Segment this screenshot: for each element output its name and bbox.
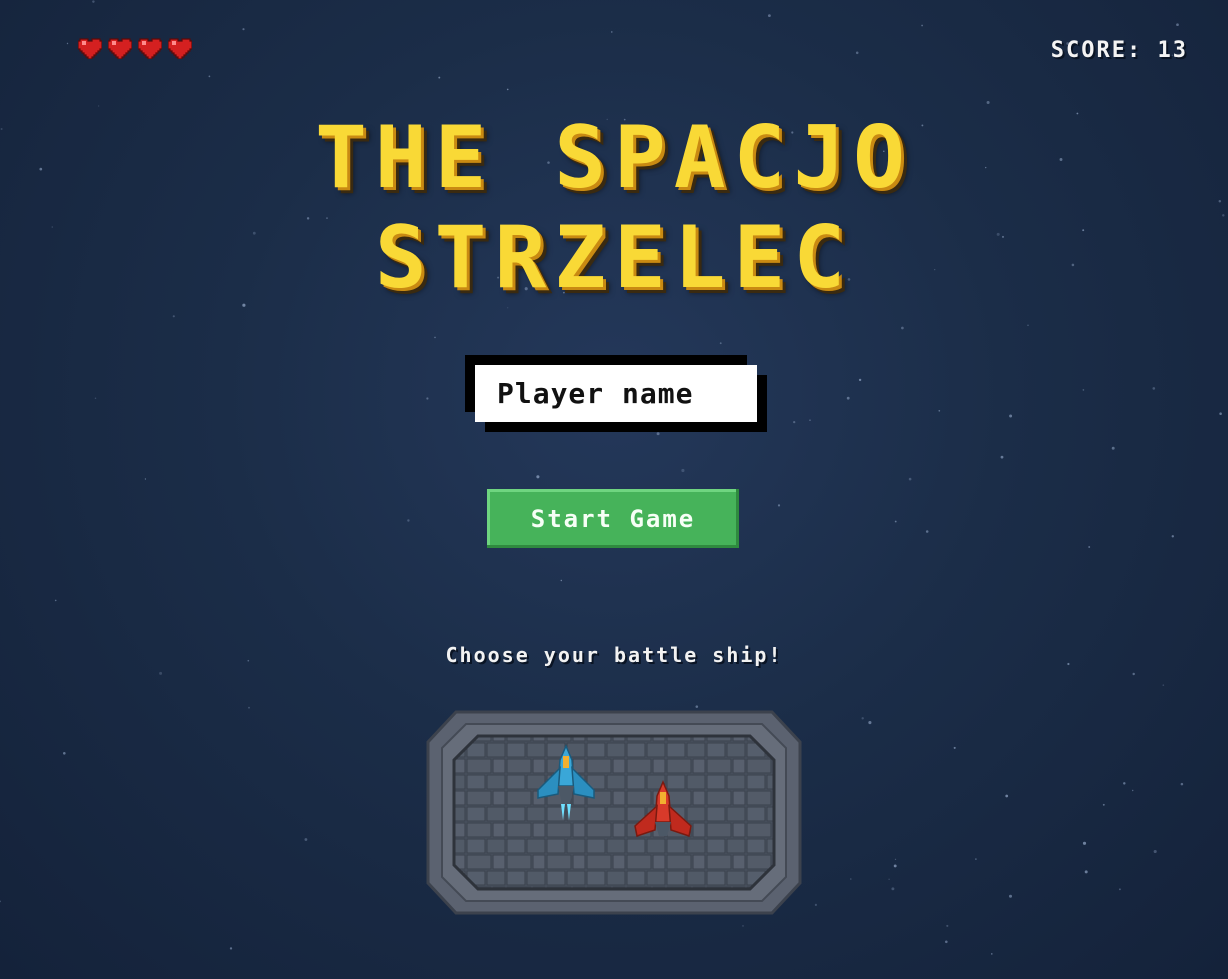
score-value: 13 [1157,38,1188,63]
star [767,14,771,18]
star [144,478,146,480]
star [1131,789,1134,792]
star [1180,782,1184,786]
star [1008,894,1013,898]
star [92,0,95,3]
game-title: THE SPACJO STRZELEC [0,108,1228,308]
star [1000,455,1004,459]
heart-icon [168,38,192,59]
star [1082,389,1085,391]
star [304,838,308,841]
star [1118,888,1121,891]
star [719,342,722,345]
title-line-2: STRZELEC [374,208,854,308]
star [855,51,859,55]
ship-hangar [426,710,802,915]
star [66,42,69,45]
star [814,903,818,907]
star [1082,841,1087,845]
star [868,721,872,725]
star [1132,672,1135,676]
star [742,925,744,927]
star [894,520,897,523]
player-name-input[interactable] [475,365,757,422]
score-display: SCORE: 13 [1051,38,1188,63]
star [1152,387,1156,390]
star [506,88,509,91]
heart-icon [78,38,102,59]
star [1162,684,1165,686]
star [159,671,163,675]
star [809,419,811,421]
heart-icon [108,38,132,59]
star [1009,414,1013,418]
star [1084,870,1088,874]
star [681,468,685,473]
player-name-field [465,355,767,432]
star [1005,794,1009,798]
star [861,717,864,720]
star [921,24,923,27]
star [1102,803,1105,806]
star [560,579,563,582]
lives-indicator [78,37,192,59]
star [407,519,410,522]
star [944,940,948,944]
star [1219,412,1222,415]
choose-ship-prompt: Choose your battle ship! [445,643,783,667]
star [777,504,781,507]
star [0,900,1,903]
star [1027,324,1029,327]
star [611,31,613,33]
star [1111,446,1115,450]
star [63,752,66,755]
star [793,420,796,424]
star [242,28,245,31]
star [438,76,441,79]
star [536,475,540,479]
star [1153,849,1157,854]
star [891,887,895,891]
star [1176,23,1179,27]
star [208,75,211,78]
star [975,858,977,860]
star [991,953,993,955]
star [426,397,429,400]
star [888,878,890,880]
star [172,315,175,318]
heart-icon [138,38,162,59]
star [97,105,100,107]
star [1123,782,1126,785]
star [850,878,852,880]
star [229,947,233,950]
star [953,746,956,749]
star [695,705,699,708]
star [54,599,57,602]
star [893,864,897,868]
star [1171,535,1174,538]
start-game-button[interactable]: Start Game [487,489,739,548]
star [248,706,250,709]
star [908,477,912,481]
star [94,397,97,400]
star [901,326,904,330]
star [925,530,929,533]
star [946,924,949,927]
hangar-floor [452,734,776,891]
star [938,409,941,412]
star [846,396,850,400]
star [656,432,660,436]
star [894,858,897,861]
star [986,100,990,105]
star [858,378,862,382]
star [434,336,436,339]
score-label: SCORE: [1050,38,1143,63]
star [1088,546,1091,548]
title-line-1: THE SPACJO [315,108,913,208]
